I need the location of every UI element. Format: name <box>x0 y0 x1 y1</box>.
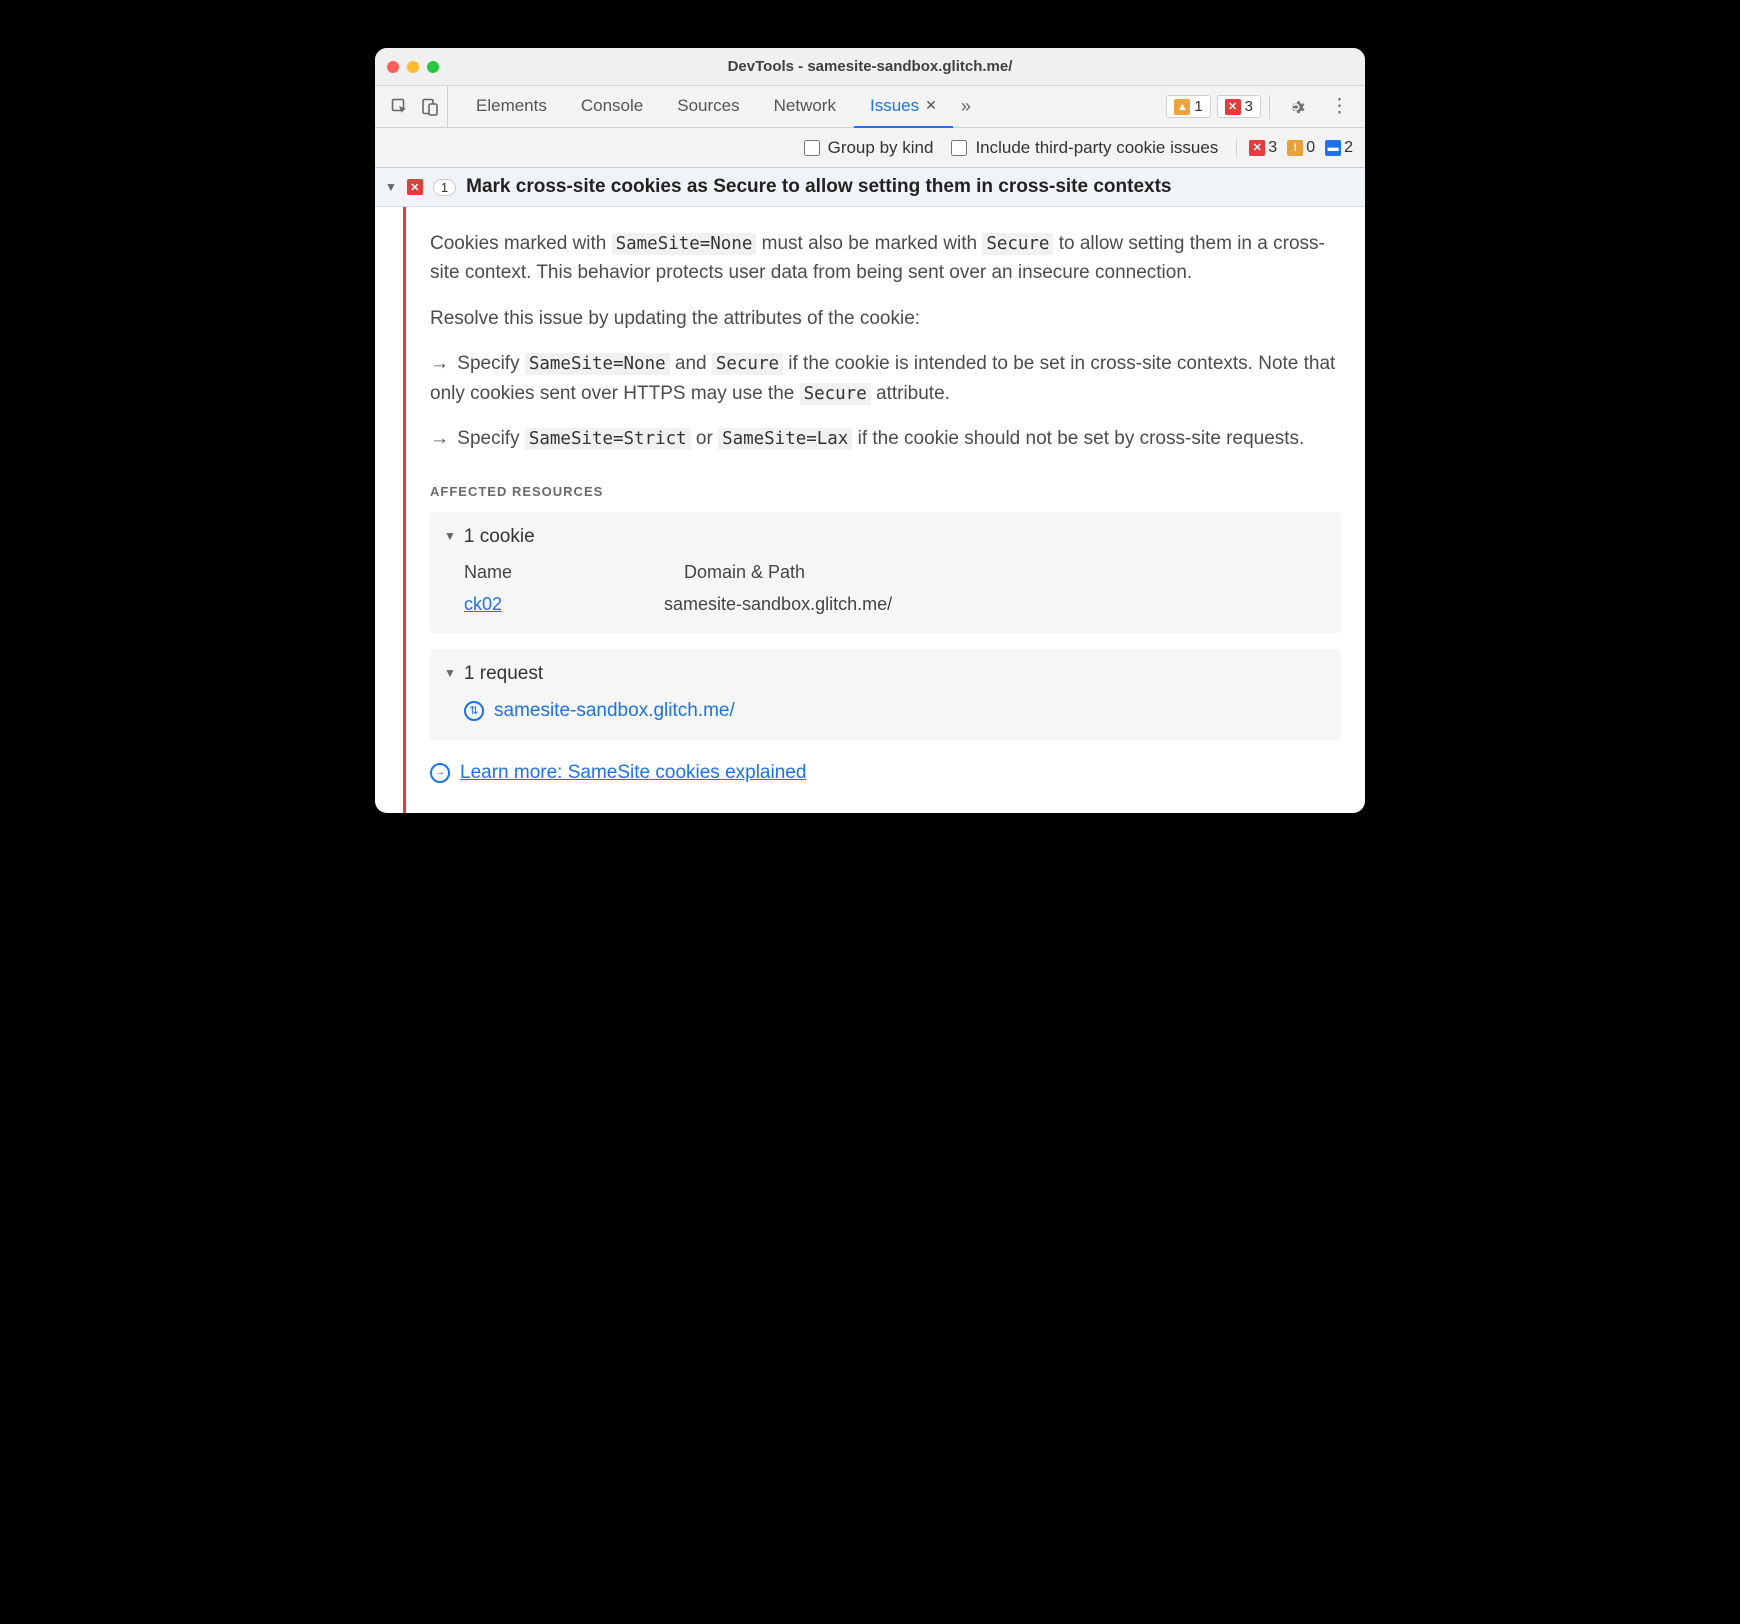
device-toolbar-icon[interactable] <box>421 98 439 116</box>
external-link-icon: → <box>430 763 450 783</box>
issue-occurrence-count: 1 <box>433 179 456 196</box>
minimize-window-button[interactable] <box>407 61 419 73</box>
tab-label: Console <box>581 96 643 116</box>
arrow-icon: → <box>430 424 452 453</box>
separator <box>1269 95 1270 119</box>
issues-toolbar: Group by kind Include third-party cookie… <box>375 128 1365 168</box>
code-snippet: SameSite=None <box>525 353 670 375</box>
code-snippet: SameSite=Lax <box>718 428 852 450</box>
learn-more-link[interactable]: Learn more: SameSite cookies explained <box>460 758 806 787</box>
issue-paragraph: Resolve this issue by updating the attri… <box>430 304 1341 333</box>
issue-body: Cookies marked with SameSite=None must a… <box>375 207 1365 813</box>
tab-label: Network <box>774 96 836 116</box>
arrow-icon: → <box>430 349 452 378</box>
checkbox-label: Include third-party cookie issues <box>975 138 1218 158</box>
error-icon: ✕ <box>1249 140 1265 156</box>
panel-tabs: Elements Console Sources Network Issues … <box>460 86 977 128</box>
zoom-window-button[interactable] <box>427 61 439 73</box>
info-icon: ▬ <box>1325 140 1341 156</box>
error-icon: ✕ <box>407 179 423 195</box>
issue-paragraph: Cookies marked with SameSite=None must a… <box>430 229 1341 288</box>
cookie-name-link[interactable]: ck02 <box>464 591 604 619</box>
warnings-count: 1 <box>1194 98 1202 115</box>
tab-issues[interactable]: Issues ✕ <box>854 86 953 128</box>
include-third-party-checkbox[interactable]: Include third-party cookie issues <box>951 138 1218 158</box>
group-by-kind-checkbox[interactable]: Group by kind <box>804 138 934 158</box>
close-tab-icon[interactable]: ✕ <box>925 97 937 114</box>
affected-cookies-header[interactable]: ▼ 1 cookie <box>444 522 1327 551</box>
checkbox-label: Group by kind <box>828 138 934 158</box>
column-header: Name <box>464 559 604 587</box>
devtools-window: DevTools - samesite-sandbox.glitch.me/ E… <box>375 48 1365 813</box>
main-toolbar: Elements Console Sources Network Issues … <box>375 86 1365 128</box>
code-snippet: SameSite=None <box>612 233 757 255</box>
request-url-link[interactable]: samesite-sandbox.glitch.me/ <box>494 696 735 725</box>
affected-requests-header[interactable]: ▼ 1 request <box>444 659 1327 688</box>
table-row: ck02 samesite-sandbox.glitch.me/ <box>464 591 1327 619</box>
errors-count: 3 <box>1245 98 1253 115</box>
more-tabs-icon[interactable]: » <box>955 96 977 117</box>
inspect-element-icon[interactable] <box>391 98 409 116</box>
code-snippet: Secure <box>712 353 783 375</box>
issue-bullet: → Specify SameSite=Strict or SameSite=La… <box>430 424 1341 453</box>
issue-header[interactable]: ▼ ✕ 1 Mark cross-site cookies as Secure … <box>375 168 1365 207</box>
affected-requests-block: ▼ 1 request ⇅ samesite-sandbox.glitch.me… <box>430 649 1341 740</box>
issue-counts: ✕3 !0 ▬2 <box>1236 139 1353 157</box>
group-by-kind-input[interactable] <box>804 140 820 156</box>
code-snippet: Secure <box>800 383 871 405</box>
errors-badge[interactable]: ✕ 3 <box>1217 95 1261 118</box>
issue-bullet: → Specify SameSite=None and Secure if th… <box>430 349 1341 408</box>
warning-count[interactable]: !0 <box>1287 139 1315 157</box>
disclosure-triangle-icon[interactable]: ▼ <box>385 180 397 194</box>
titlebar: DevTools - samesite-sandbox.glitch.me/ <box>375 48 1365 86</box>
close-window-button[interactable] <box>387 61 399 73</box>
window-controls <box>387 61 439 73</box>
warnings-badge[interactable]: ▲ 1 <box>1166 95 1210 118</box>
tab-label: Elements <box>476 96 547 116</box>
error-count[interactable]: ✕3 <box>1249 139 1277 157</box>
warning-icon: ! <box>1287 140 1303 156</box>
cookie-domain: samesite-sandbox.glitch.me/ <box>664 591 892 619</box>
cookie-table: Name Domain & Path ck02 samesite-sandbox… <box>464 559 1327 619</box>
window-title: DevTools - samesite-sandbox.glitch.me/ <box>375 58 1365 75</box>
warning-icon: ▲ <box>1174 99 1190 115</box>
issue-title: Mark cross-site cookies as Secure to all… <box>466 176 1171 198</box>
affected-cookies-block: ▼ 1 cookie Name Domain & Path ck02 sames… <box>430 512 1341 633</box>
error-icon: ✕ <box>1225 99 1241 115</box>
tab-elements[interactable]: Elements <box>460 86 563 128</box>
tab-sources[interactable]: Sources <box>661 86 755 128</box>
tab-network[interactable]: Network <box>758 86 852 128</box>
tab-console[interactable]: Console <box>565 86 659 128</box>
disclosure-triangle-icon[interactable]: ▼ <box>444 527 456 546</box>
kebab-menu-icon[interactable]: ⋮ <box>1322 95 1357 118</box>
info-count[interactable]: ▬2 <box>1325 139 1353 157</box>
learn-more-row: → Learn more: SameSite cookies explained <box>430 758 1341 787</box>
settings-icon[interactable] <box>1278 97 1314 117</box>
column-header: Domain & Path <box>684 559 805 587</box>
code-snippet: Secure <box>982 233 1053 255</box>
code-snippet: SameSite=Strict <box>525 428 691 450</box>
network-request-icon: ⇅ <box>464 701 484 721</box>
tab-label: Issues <box>870 96 919 116</box>
include-third-party-input[interactable] <box>951 140 967 156</box>
tab-label: Sources <box>677 96 739 116</box>
disclosure-triangle-icon[interactable]: ▼ <box>444 664 456 683</box>
affected-resources-label: AFFECTED RESOURCES <box>430 482 1341 502</box>
